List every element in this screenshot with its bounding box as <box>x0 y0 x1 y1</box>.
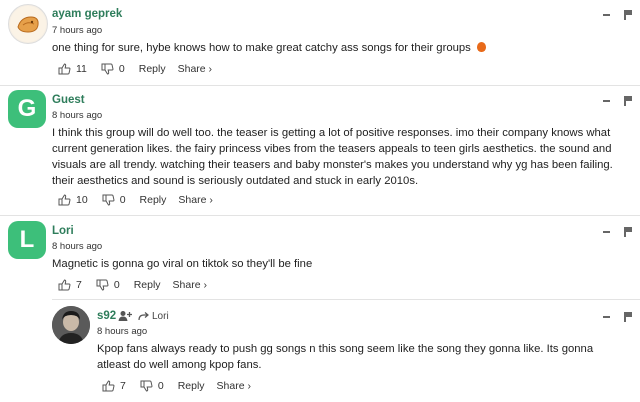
reply-button[interactable]: Reply <box>134 279 161 291</box>
flag-icon[interactable] <box>624 10 632 20</box>
thumbs-down-icon <box>96 279 109 291</box>
upvote-count: 10 <box>76 194 88 206</box>
comment-timestamp[interactable]: 8 hours ago <box>52 110 102 121</box>
comment-text: one thing for sure, hybe knows how to ma… <box>52 40 622 56</box>
avatar-letter: G <box>17 95 37 122</box>
avatar[interactable]: G <box>8 90 46 128</box>
flag-icon[interactable] <box>624 96 632 106</box>
collapse-icon[interactable] <box>603 231 610 233</box>
downvote-count: 0 <box>118 63 125 75</box>
comment-actions: 10 0 Reply Share › <box>58 194 225 206</box>
comment-controls <box>603 96 632 106</box>
add-user-icon[interactable] <box>118 310 132 322</box>
share-button[interactable]: Share › <box>178 194 212 206</box>
comment-author[interactable]: s92 <box>97 310 116 322</box>
comment-author[interactable]: Lori <box>52 225 74 237</box>
collapse-icon[interactable] <box>603 316 610 318</box>
thumbs-up-icon <box>58 194 71 206</box>
collapse-icon[interactable] <box>603 100 610 102</box>
thumbs-up-icon <box>58 279 71 291</box>
reply-to-user[interactable]: Lori <box>152 311 169 322</box>
flag-icon[interactable] <box>624 312 632 322</box>
reply-button[interactable]: Reply <box>139 63 166 75</box>
thumbs-up-icon <box>102 380 115 392</box>
avatar[interactable] <box>8 4 48 44</box>
comment-controls <box>603 312 632 322</box>
reply-button[interactable]: Reply <box>178 380 205 392</box>
reply-arrow-icon <box>138 311 149 320</box>
downvote-button[interactable]: 0 <box>96 279 120 291</box>
comment-text: Magnetic is gonna go viral on tiktok so … <box>52 258 313 270</box>
thumbs-down-icon <box>102 194 115 206</box>
reply-button[interactable]: Reply <box>140 194 167 206</box>
thumbs-up-icon <box>58 63 71 75</box>
comment-author[interactable]: Guest <box>52 94 85 106</box>
comment-controls <box>603 227 632 237</box>
comment-controls <box>603 10 632 20</box>
comment-actions: 7 0 Reply Share › <box>58 279 219 291</box>
comment-body: one thing for sure, hybe knows how to ma… <box>52 42 471 54</box>
comment-author[interactable]: ayam geprek <box>52 8 122 20</box>
comment-text: Kpop fans always ready to push gg songs … <box>97 343 594 371</box>
upvote-count: 7 <box>120 380 126 392</box>
downvote-count: 0 <box>157 380 164 392</box>
thumbs-down-icon <box>101 63 114 75</box>
comment-timestamp[interactable]: 8 hours ago <box>97 326 147 337</box>
avatar[interactable] <box>52 306 90 344</box>
share-button[interactable]: Share › <box>173 279 207 291</box>
comment-timestamp[interactable]: 8 hours ago <box>52 241 102 252</box>
flag-icon[interactable] <box>624 227 632 237</box>
divider <box>52 299 640 300</box>
comment-actions: 7 0 Reply Share › <box>102 380 263 392</box>
comment-actions: 11 0 Reply Share › <box>58 63 224 75</box>
thumbs-down-icon <box>140 380 153 392</box>
downvote-count: 0 <box>113 279 120 291</box>
divider <box>0 215 640 216</box>
share-button[interactable]: Share › <box>217 380 251 392</box>
user-photo-icon <box>52 306 90 344</box>
collapse-icon[interactable] <box>603 14 610 16</box>
share-button[interactable]: Share › <box>178 63 212 75</box>
upvote-button[interactable]: 10 <box>58 194 88 206</box>
fire-emoji-icon <box>476 42 486 52</box>
comment-timestamp[interactable]: 7 hours ago <box>52 25 102 36</box>
avatar[interactable]: L <box>8 221 46 259</box>
upvote-button[interactable]: 7 <box>102 380 126 392</box>
downvote-button[interactable]: 0 <box>140 380 164 392</box>
upvote-count: 7 <box>76 279 82 291</box>
downvote-button[interactable]: 0 <box>101 63 125 75</box>
reply-meta: Lori <box>118 310 169 322</box>
upvote-count: 11 <box>76 63 87 75</box>
upvote-button[interactable]: 11 <box>58 63 87 75</box>
downvote-button[interactable]: 0 <box>102 194 126 206</box>
comment-text: I think this group will do well too. the… <box>52 127 613 187</box>
downvote-count: 0 <box>119 194 126 206</box>
avatar-letter: L <box>19 226 35 253</box>
divider <box>0 85 640 86</box>
upvote-button[interactable]: 7 <box>58 279 82 291</box>
chicken-icon <box>10 6 46 42</box>
